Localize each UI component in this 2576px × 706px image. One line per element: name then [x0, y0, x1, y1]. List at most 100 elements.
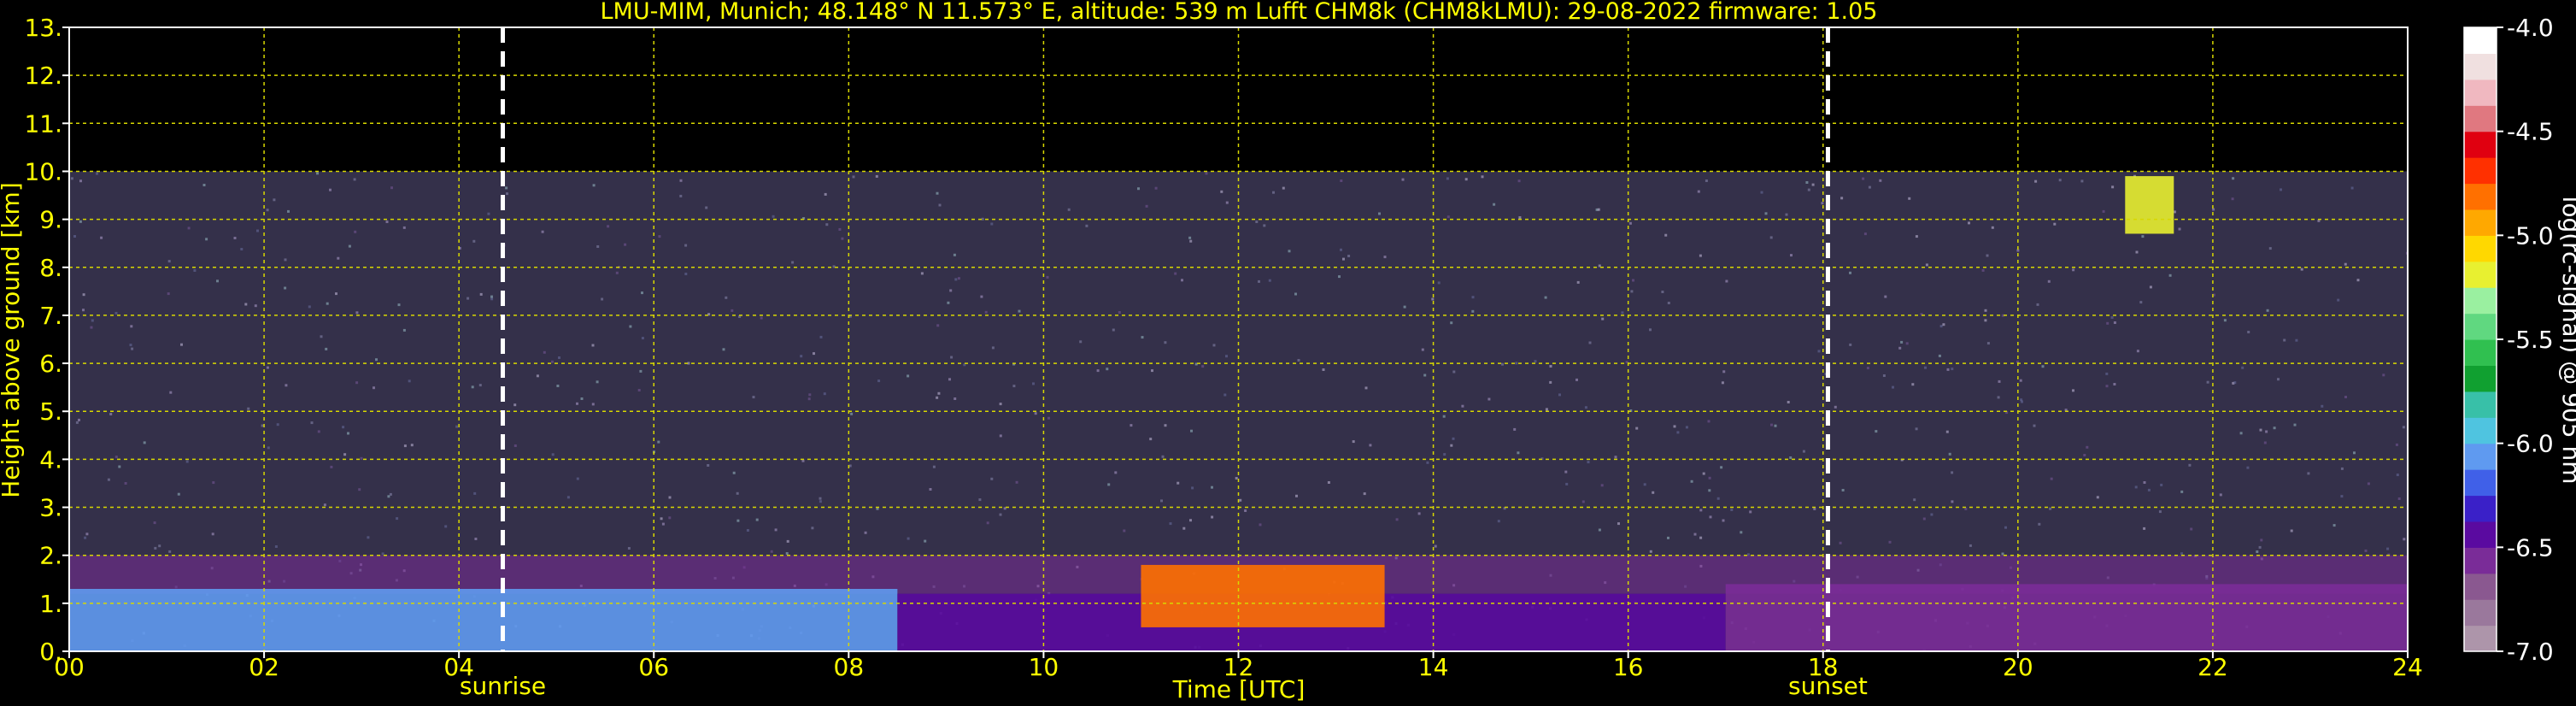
noise-speck: [2135, 250, 2139, 254]
noise-speck: [1464, 178, 1468, 181]
noise-speck: [2141, 235, 2145, 238]
noise-speck: [2241, 366, 2244, 369]
noise-speck: [1450, 444, 1453, 447]
noise-speck: [2058, 179, 2062, 182]
noise-speck: [1997, 396, 2000, 399]
noise-speck: [2113, 321, 2116, 324]
noise-speck: [536, 374, 539, 378]
noise-speck: [936, 324, 940, 327]
noise-speck: [1107, 483, 1111, 486]
noise-speck: [1600, 484, 1604, 487]
noise-speck: [2231, 197, 2234, 201]
noise-speck: [244, 303, 248, 306]
noise-speck: [1112, 328, 1115, 332]
noise-speck: [513, 444, 517, 447]
noise-speck: [1297, 359, 1300, 362]
noise-speck: [1032, 382, 1035, 385]
noise-speck: [274, 545, 278, 548]
noise-speck: [2233, 381, 2237, 385]
noise-speck: [591, 403, 595, 406]
noise-speck: [347, 432, 349, 435]
noise-speck: [755, 518, 759, 521]
colorbar-swatch: [2464, 599, 2497, 627]
noise-speck: [1601, 317, 1605, 321]
noise-speck: [2050, 477, 2053, 480]
noise-speck: [990, 222, 994, 226]
noise-speck: [1431, 297, 1435, 301]
noise-speck: [607, 225, 610, 228]
y-tick-label: 2.: [39, 542, 62, 570]
noise-speck: [2004, 526, 2007, 529]
noise-speck: [1067, 208, 1071, 211]
colorbar-swatch: [2464, 105, 2497, 132]
noise-speck: [154, 546, 157, 550]
noise-speck: [1160, 499, 1163, 503]
noise-speck: [1925, 263, 1928, 267]
noise-speck: [247, 407, 250, 410]
noise-speck: [1805, 181, 1809, 184]
noise-speck: [353, 178, 356, 181]
noise-speck: [2268, 247, 2272, 250]
noise-speck: [403, 444, 407, 448]
noise-speck: [1730, 509, 1734, 511]
noise-speck: [980, 295, 983, 298]
noise-speck: [2273, 427, 2276, 430]
noise-speck: [1450, 321, 1453, 325]
noise-speck: [1114, 471, 1118, 474]
noise-speck: [187, 227, 191, 230]
noise-speck: [770, 550, 773, 553]
noise-speck: [472, 239, 476, 243]
y-tick-label: 9.: [39, 206, 62, 234]
noise-speck: [1352, 440, 1355, 444]
noise-speck: [1225, 355, 1228, 358]
noise-speck: [1259, 523, 1262, 527]
noise-speck: [316, 172, 319, 175]
noise-speck: [819, 500, 822, 503]
noise-speck: [731, 309, 734, 312]
noise-speck: [478, 384, 482, 387]
colorbar-swatch: [2464, 469, 2497, 497]
noise-speck: [907, 537, 910, 540]
noise-speck: [1892, 385, 1894, 389]
noise-speck: [2280, 188, 2282, 191]
noise-speck: [1169, 522, 1172, 526]
noise-speck: [308, 305, 311, 309]
noise-speck: [2295, 338, 2298, 342]
noise-speck: [1699, 536, 1703, 539]
colorbar-tick-label: -6.5: [2507, 533, 2554, 562]
noise-speck: [273, 198, 276, 202]
noise-speck: [1652, 491, 1655, 494]
x-tick-label: 04: [443, 653, 474, 681]
colorbar-swatch: [2464, 183, 2497, 210]
noise-speck: [1130, 424, 1133, 427]
colorbar-swatch: [2464, 573, 2497, 600]
noise-speck: [543, 350, 546, 354]
noise-speck: [114, 311, 118, 315]
noise-speck: [177, 492, 180, 496]
noise-speck: [1849, 343, 1852, 346]
noise-speck: [1811, 183, 1815, 186]
noise-speck: [1378, 212, 1381, 215]
noise-speck: [1047, 416, 1050, 420]
noise-speck: [2402, 426, 2405, 429]
noise-speck: [864, 531, 867, 534]
noise-speck: [1255, 221, 1259, 223]
noise-speck: [936, 191, 939, 195]
noise-speck: [2143, 481, 2146, 484]
noise-speck: [1709, 515, 1712, 519]
noise-speck: [807, 397, 811, 401]
noise-speck: [791, 261, 795, 264]
noise-speck: [551, 453, 555, 456]
noise-speck: [746, 529, 749, 532]
noise-speck: [1190, 429, 1193, 432]
noise-speck: [1517, 179, 1521, 183]
noise-speck: [2246, 466, 2250, 469]
noise-speck: [114, 456, 118, 459]
noise-speck: [660, 517, 663, 521]
noise-speck: [397, 303, 401, 307]
noise-speck: [1403, 305, 1406, 309]
noise-speck: [118, 465, 121, 468]
noise-speck: [1164, 341, 1167, 344]
colorbar-swatch: [2464, 443, 2497, 470]
noise-speck: [1807, 188, 1810, 191]
